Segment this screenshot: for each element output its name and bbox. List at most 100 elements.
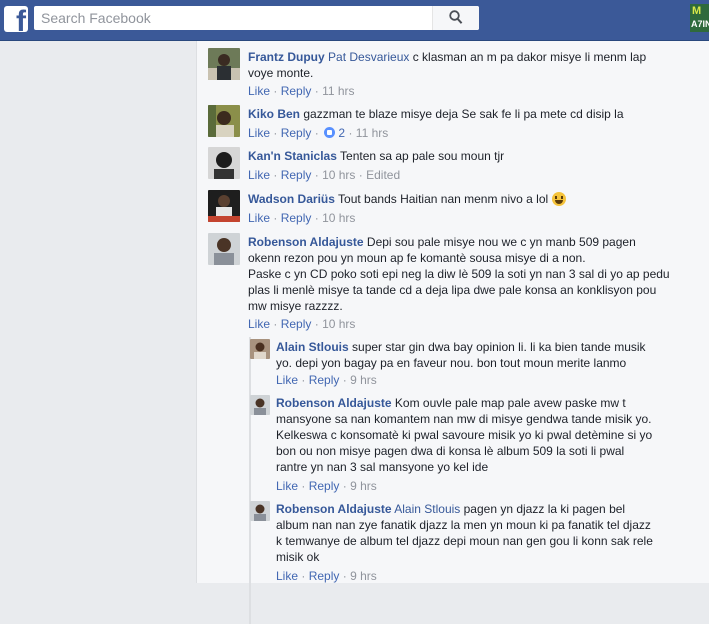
like-link[interactable]: Like [248,211,270,225]
separator: · [273,84,278,98]
reply-body: Robenson Aldajuste Alain Stlouis pagen y… [276,501,696,565]
like-link[interactable]: Like [248,126,270,140]
reply-item: Robenson Aldajuste Kom ouvle pale map pa… [248,395,703,495]
reply-text-line: pagen yn djazz la ki pagen bel [460,502,626,516]
comment-text-line: Tout bands Haitian nan menm nivo a lol [338,192,549,206]
comment-text-line: c klasman an m pa dakor misye li menm la… [409,50,647,64]
comment-text-line: okenn rezon pou yn moun ap fe komantè so… [248,251,586,265]
comment-text-line: Depi sou pale misye nou we c yn manb 509… [366,235,636,249]
reply-link[interactable]: Reply [309,569,340,583]
like-link[interactable]: Like [276,373,298,387]
comment-body: Wadson Dariüs Tout bands Haitian nan men… [248,191,703,207]
separator: · [342,479,347,493]
separator: · [273,168,278,182]
reply-item: Alain Stlouis super star gin dwa bay opi… [248,339,703,387]
corner-thumbnail-text-top: M [692,5,702,17]
reply-author-link[interactable]: Robenson Aldajuste [276,502,392,516]
laughing-emoji-icon [551,192,566,206]
reply-link[interactable]: Reply [281,168,312,182]
separator: · [314,168,319,182]
separator: · [301,569,306,583]
top-navigation-bar: f M A7IN [0,0,709,41]
reply-timestamp[interactable]: 9 hrs [350,569,377,583]
comment-author-link[interactable]: Frantz Dupuy [248,50,325,64]
separator: · [342,373,347,387]
reply-actions: Like · Reply · 9 hrs [276,478,377,494]
comment-timestamp[interactable]: 10 hrs [322,211,355,225]
reply-text-line: Kom ouvle pale map pale avew paske mw t [394,396,626,410]
comment-author-link[interactable]: Kan'n Staniclas [248,149,337,163]
reply-link[interactable]: Reply [281,84,312,98]
comment-mention-link[interactable]: Pat Desvarieux [328,50,409,64]
reply-text-line: Kelkeswa c konsomatè ki pwal savoure mis… [276,428,653,442]
reply-text-line: yo. depi yon bagay pa en faveur nou. bon… [276,356,627,370]
reply-link[interactable]: Reply [281,317,312,331]
reply-mention-link[interactable]: Alain Stlouis [394,502,460,516]
avatar[interactable] [208,48,240,80]
comment-text-line: Paske c yn CD poko soti epi neg la diw l… [248,267,670,281]
avatar[interactable] [208,105,240,137]
separator: · [273,126,278,140]
reaction-count[interactable]: 2 [338,126,345,140]
comment-item: Robenson Aldajuste Depi sou pale misye n… [208,233,703,333]
reply-link[interactable]: Reply [281,126,312,140]
avatar[interactable] [250,339,270,359]
reply-link[interactable]: Reply [309,479,340,493]
edited-label[interactable]: Edited [366,168,400,182]
comment-text-line: gazzman te blaze misye deja Se sak fe li… [303,107,624,121]
reply-link[interactable]: Reply [309,373,340,387]
comment-actions: Like · Reply · 10 hrs [248,210,355,226]
reply-item: Robenson Aldajuste Alain Stlouis pagen y… [248,501,703,583]
like-link[interactable]: Like [276,479,298,493]
search-box [34,6,479,30]
reply-text-line: bon ou non misye pagen dwa di konsa lè a… [276,444,625,458]
reply-body: Robenson Aldajuste Kom ouvle pale map pa… [276,395,696,475]
comment-author-link[interactable]: Wadson Dariüs [248,192,335,206]
search-button[interactable] [432,6,479,30]
separator: · [273,211,278,225]
comment-author-link[interactable]: Robenson Aldajuste [248,235,364,249]
avatar[interactable] [208,190,240,222]
reply-link[interactable]: Reply [281,211,312,225]
like-link[interactable]: Like [248,317,270,331]
separator: · [301,479,306,493]
avatar[interactable] [208,233,240,265]
separator: · [314,211,319,225]
reply-text-line: mansyone sa nan komantem nan mw di misye… [276,412,652,426]
reply-text-line: album nan nan zye fanatik djazz la men y… [276,518,651,532]
corner-thumbnail[interactable]: M A7IN [690,4,709,32]
reply-actions: Like · Reply · 9 hrs [276,372,377,388]
comment-item: Kan'n Staniclas Tenten sa ap pale sou mo… [208,147,703,185]
comment-item: Wadson Dariüs Tout bands Haitian nan men… [208,190,703,228]
avatar[interactable] [250,395,270,415]
reply-body: Alain Stlouis super star gin dwa bay opi… [276,339,696,371]
reply-text-line: super star gin dwa bay opinion li. li ka… [352,340,646,354]
comment-body: Kiko Ben gazzman te blaze misye deja Se … [248,106,703,122]
comment-timestamp[interactable]: 10 hrs [322,317,355,331]
comment-author-link[interactable]: Kiko Ben [248,107,300,121]
like-reaction-icon[interactable] [324,127,336,138]
like-link[interactable]: Like [248,84,270,98]
comment-body: Kan'n Staniclas Tenten sa ap pale sou mo… [248,148,703,164]
facebook-logo-letter: f [16,6,26,33]
like-link[interactable]: Like [276,569,298,583]
comment-item: Frantz Dupuy Pat Desvarieux c klasman an… [208,48,703,100]
avatar[interactable] [250,501,270,521]
separator: · [358,168,363,182]
reply-author-link[interactable]: Robenson Aldajuste [276,396,392,410]
comment-timestamp[interactable]: 11 hrs [322,84,354,98]
reply-author-link[interactable]: Alain Stlouis [276,340,349,354]
facebook-logo-icon[interactable]: f [4,6,28,32]
reply-timestamp[interactable]: 9 hrs [350,479,377,493]
avatar[interactable] [208,147,240,179]
separator: · [342,569,347,583]
search-input[interactable] [34,6,441,30]
comment-timestamp[interactable]: 11 hrs [356,126,388,140]
comment-body: Robenson Aldajuste Depi sou pale misye n… [248,234,708,314]
comment-text-line: Tenten sa ap pale sou moun tjr [340,149,505,163]
reply-text-line: misik ok [276,550,320,564]
separator: · [301,373,306,387]
like-link[interactable]: Like [248,168,270,182]
reply-timestamp[interactable]: 9 hrs [350,373,377,387]
comment-timestamp[interactable]: 10 hrs [322,168,355,182]
